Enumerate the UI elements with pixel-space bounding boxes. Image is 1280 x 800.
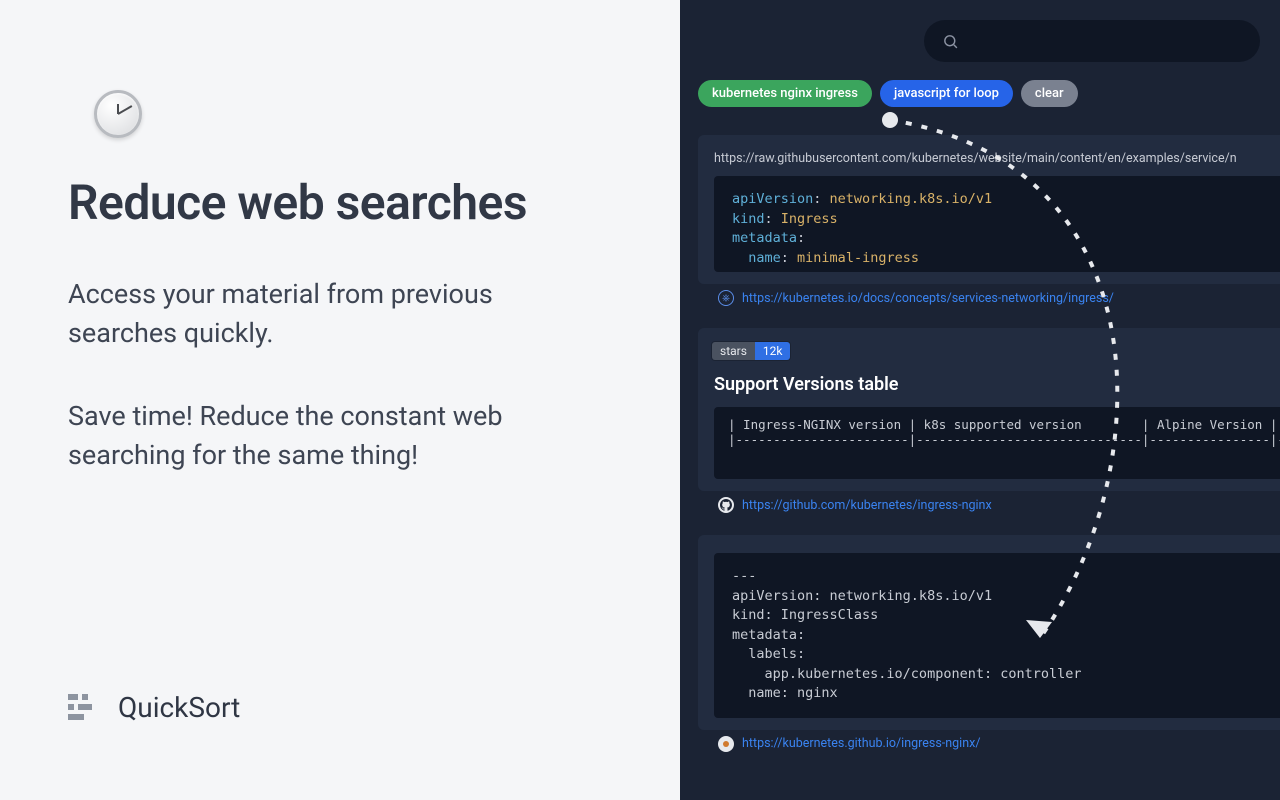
code-block: --- apiVersion: networking.k8s.io/v1 kin…	[714, 553, 1280, 718]
result-source[interactable]: ⎈ https://kubernetes.io/docs/concepts/se…	[716, 290, 1280, 308]
result-source[interactable]: https://github.com/kubernetes/ingress-ng…	[716, 497, 1280, 515]
brand-name: QuickSort	[118, 691, 240, 724]
paragraph-2: Save time! Reduce the constant web searc…	[68, 397, 608, 475]
code-block: apiVersion: networking.k8s.io/v1 kind: I…	[714, 176, 1280, 272]
clock-icon	[92, 88, 148, 144]
github-icon	[718, 497, 734, 513]
site-icon	[718, 736, 734, 752]
chip-kubernetes-nginx-ingress[interactable]: kubernetes nginx ingress	[698, 80, 872, 107]
result-link[interactable]: https://github.com/kubernetes/ingress-ng…	[742, 498, 992, 513]
page-headline: Reduce web searches	[68, 174, 680, 231]
brand: QuickSort	[68, 691, 680, 724]
result-card: https://raw.githubusercontent.com/kubern…	[698, 135, 1280, 284]
app-panel: kubernetes nginx ingress javascript for …	[680, 0, 1280, 800]
result-link[interactable]: https://kubernetes.io/docs/concepts/serv…	[742, 291, 1114, 306]
chip-javascript-for-loop[interactable]: javascript for loop	[880, 80, 1013, 107]
chip-clear[interactable]: clear	[1021, 80, 1078, 107]
brand-icon	[68, 692, 100, 724]
paragraph-1: Access your material from previous searc…	[68, 275, 608, 353]
result-card: stars12k Support Versions table | Ingres…	[698, 328, 1280, 491]
stars-badge: stars12k	[712, 342, 790, 360]
result-source[interactable]: https://kubernetes.github.io/ingress-ngi…	[716, 736, 1280, 754]
k8s-icon: ⎈	[718, 290, 734, 306]
search-input[interactable]	[924, 20, 1260, 62]
result-card: --- apiVersion: networking.k8s.io/v1 kin…	[698, 535, 1280, 730]
result-link[interactable]: https://kubernetes.github.io/ingress-ngi…	[742, 736, 980, 751]
result-url: https://raw.githubusercontent.com/kubern…	[698, 147, 1280, 176]
table-block: | Ingress-NGINX version | k8s supported …	[714, 407, 1280, 479]
card-title: Support Versions table	[698, 374, 1280, 407]
search-icon	[942, 33, 959, 50]
chip-row: kubernetes nginx ingress javascript for …	[698, 80, 1280, 107]
